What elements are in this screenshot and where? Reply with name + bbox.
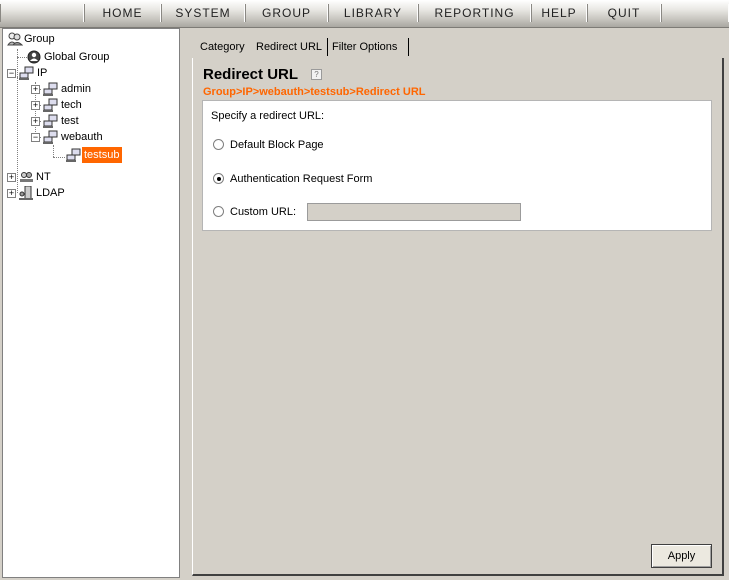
menu-bar-right-cap — [661, 4, 729, 22]
authentication-request-form-label: Authentication Request Form — [230, 173, 373, 185]
menu-system[interactable]: SYSTEM — [161, 4, 245, 22]
network-computer-icon — [43, 130, 58, 144]
directory-server-icon — [19, 186, 33, 200]
menu-group[interactable]: GROUP — [245, 4, 328, 22]
default-block-page-label: Default Block Page — [230, 139, 324, 151]
option-custom-url[interactable]: Custom URL: — [213, 205, 308, 219]
tree-label-ip: IP — [37, 67, 48, 79]
tree-label-webauth: webauth — [61, 131, 103, 143]
menu-home[interactable]: HOME — [84, 4, 161, 22]
tree-label-group: Group — [24, 33, 55, 45]
tree-node-admin[interactable]: admin — [43, 81, 123, 97]
tree-node-testsub[interactable]: testsub — [66, 147, 156, 163]
tree-label-nt: NT — [36, 171, 51, 183]
expand-test-toggle[interactable]: + — [31, 117, 40, 126]
redirect-prompt-label: Specify a redirect URL: — [211, 110, 325, 122]
tree-label-tech: tech — [61, 99, 82, 111]
apply-button[interactable]: Apply — [651, 544, 712, 568]
tree-node-nt[interactable]: NT — [19, 169, 79, 185]
tree-node-test[interactable]: test — [43, 113, 123, 129]
redirect-options-panel: Specify a redirect URL: Default Block Pa… — [202, 100, 712, 231]
expand-tech-toggle[interactable]: + — [31, 101, 40, 110]
option-default-block-page[interactable]: Default Block Page — [213, 138, 413, 152]
group-tree-panel: Group Global Group − IP + admin + tech +… — [2, 28, 180, 578]
tree-label-testsub: testsub — [82, 147, 123, 163]
network-computer-icon — [43, 98, 58, 112]
network-computer-icon — [43, 114, 58, 128]
tab-separator — [327, 38, 328, 56]
tab-separator — [408, 38, 409, 56]
option-authentication-request-form[interactable]: Authentication Request Form — [213, 172, 433, 186]
menu-bar-left-cap — [0, 4, 84, 22]
custom-url-label: Custom URL: — [230, 206, 297, 218]
menu-reporting[interactable]: REPORTING — [418, 4, 531, 22]
tab-category[interactable]: Category — [200, 39, 245, 56]
network-computer-icon — [19, 66, 34, 80]
globe-icon — [27, 50, 41, 64]
collapse-webauth-toggle[interactable]: − — [31, 133, 40, 142]
authentication-request-form-radio[interactable] — [213, 173, 224, 184]
collapse-ip-toggle[interactable]: − — [7, 69, 16, 78]
expand-nt-toggle[interactable]: + — [7, 173, 16, 182]
tree-node-ip[interactable]: IP — [19, 65, 79, 81]
default-block-page-radio[interactable] — [213, 139, 224, 150]
tree-label-global-group: Global Group — [44, 51, 110, 63]
tree-connector — [17, 77, 18, 193]
menu-quit[interactable]: QUIT — [587, 4, 661, 22]
tab-filter-options[interactable]: Filter Options — [332, 39, 397, 56]
help-icon[interactable]: ? — [311, 69, 322, 80]
expand-ldap-toggle[interactable]: + — [7, 189, 16, 198]
tree-label-admin: admin — [61, 83, 91, 95]
tab-redirect-url[interactable]: Redirect URL — [256, 39, 322, 56]
tree-connector — [53, 157, 65, 158]
network-computer-icon — [66, 148, 81, 162]
breadcrumb: Group>IP>webauth>testsub>Redirect URL — [203, 86, 426, 98]
tree-connector — [53, 145, 54, 157]
custom-url-radio[interactable] — [213, 206, 224, 217]
tree-node-group[interactable]: Group — [7, 31, 127, 47]
menu-library[interactable]: LIBRARY — [328, 4, 418, 22]
tree-label-ldap: LDAP — [36, 187, 65, 199]
tree-node-global-group[interactable]: Global Group — [27, 49, 157, 65]
network-users-icon — [20, 172, 33, 182]
tree-connector — [17, 57, 27, 58]
expand-admin-toggle[interactable]: + — [31, 85, 40, 94]
main-content: Category Redirect URL Filter Options Red… — [189, 28, 727, 580]
tree-node-ldap[interactable]: LDAP — [19, 185, 89, 201]
top-menu-bar: HOME SYSTEM GROUP LIBRARY REPORTING HELP… — [0, 0, 729, 28]
users-icon — [7, 32, 23, 46]
custom-url-input[interactable] — [307, 203, 521, 221]
tree-node-tech[interactable]: tech — [43, 97, 123, 113]
page-title: Redirect URL — [203, 66, 299, 83]
tree-node-webauth[interactable]: webauth — [43, 129, 133, 145]
menu-help[interactable]: HELP — [531, 4, 587, 22]
network-computer-icon — [43, 82, 58, 96]
tree-label-test: test — [61, 115, 79, 127]
